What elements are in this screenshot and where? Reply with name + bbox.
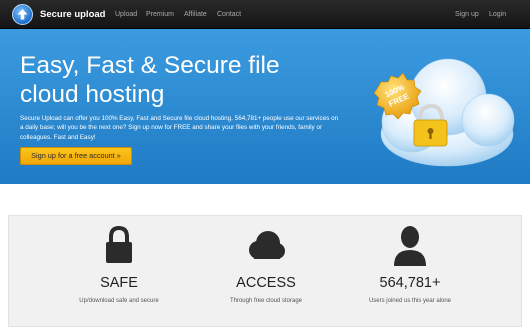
hero-text: Secure Upload can offer you 100% Easy, F… <box>20 115 339 141</box>
feature-title: SAFE <box>100 275 138 291</box>
nav-premium[interactable]: Premium <box>146 10 174 19</box>
user-icon <box>394 226 426 266</box>
hero-title: Easy, Fast & Secure file cloud hosting <box>20 52 280 108</box>
nav-login[interactable]: Login <box>489 10 506 19</box>
lock-icon <box>106 225 132 263</box>
brand[interactable]: Secure upload <box>12 4 105 25</box>
brand-name: Secure upload <box>40 9 106 20</box>
hero: Easy, Fast & Secure file cloud hosting S… <box>0 29 530 184</box>
nav-contact[interactable]: Contact <box>217 10 241 19</box>
cloud-lock-illustration: 100% FREE <box>373 58 515 167</box>
feature-title: 564,781+ <box>379 275 441 291</box>
feature-users: 564,781+ Users joined us this year alone <box>340 216 480 328</box>
feature-desc: Through free cloud storage <box>229 298 303 304</box>
nav-affiliate[interactable]: Affiliate <box>184 10 207 19</box>
features-panel: SAFE Up/download safe and secure ACCESS … <box>8 215 522 327</box>
upload-arrow-icon <box>12 4 33 25</box>
feature-desc: Up/download safe and secure <box>79 298 159 304</box>
feature-access: ACCESS Through free cloud storage <box>196 216 336 328</box>
navbar: Secure upload Upload Premium Affiliate C… <box>0 0 530 29</box>
feature-title: ACCESS <box>236 275 296 291</box>
nav-upload[interactable]: Upload <box>115 10 137 19</box>
cloud-icon <box>249 231 285 259</box>
signup-free-button[interactable]: Sign up for a free account » <box>20 147 132 165</box>
nav-sign-up[interactable]: Sign up <box>455 10 479 19</box>
feature-desc: Users joined us this year alone <box>368 298 452 304</box>
feature-safe: SAFE Up/download safe and secure <box>49 216 189 328</box>
